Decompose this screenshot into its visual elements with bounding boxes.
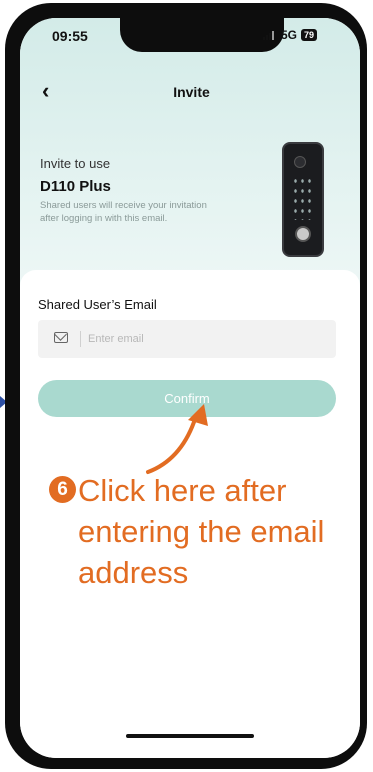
signal-icon — [263, 30, 277, 40]
phone-frame: 09:55 5G 79 ‹ Invite Invite to use D110 … — [5, 3, 367, 769]
email-input[interactable] — [88, 329, 308, 349]
invite-label: Invite to use — [40, 156, 111, 171]
device-name: D110 Plus — [40, 178, 111, 195]
invite-description: Shared users will receive your invitatio… — [40, 200, 207, 224]
mail-icon — [54, 332, 68, 343]
annotation-text: Click here after entering the email addr… — [78, 473, 325, 590]
email-field-label: Shared User’s Email — [38, 297, 157, 312]
status-time: 09:55 — [52, 28, 88, 44]
app-screen: 09:55 5G 79 ‹ Invite Invite to use D110 … — [20, 18, 360, 758]
battery-icon: 79 — [301, 29, 318, 41]
home-indicator — [126, 734, 254, 738]
phone-notch — [120, 18, 284, 52]
page-title: Invite — [173, 84, 210, 100]
step-number-badge: 6 — [49, 476, 76, 503]
field-divider — [80, 331, 81, 347]
status-indicators: 5G 79 — [263, 28, 318, 42]
smart-lock-image — [282, 142, 324, 257]
network-type: 5G — [281, 28, 298, 42]
email-field[interactable] — [38, 320, 336, 358]
annotation-arrow-icon — [146, 404, 208, 474]
